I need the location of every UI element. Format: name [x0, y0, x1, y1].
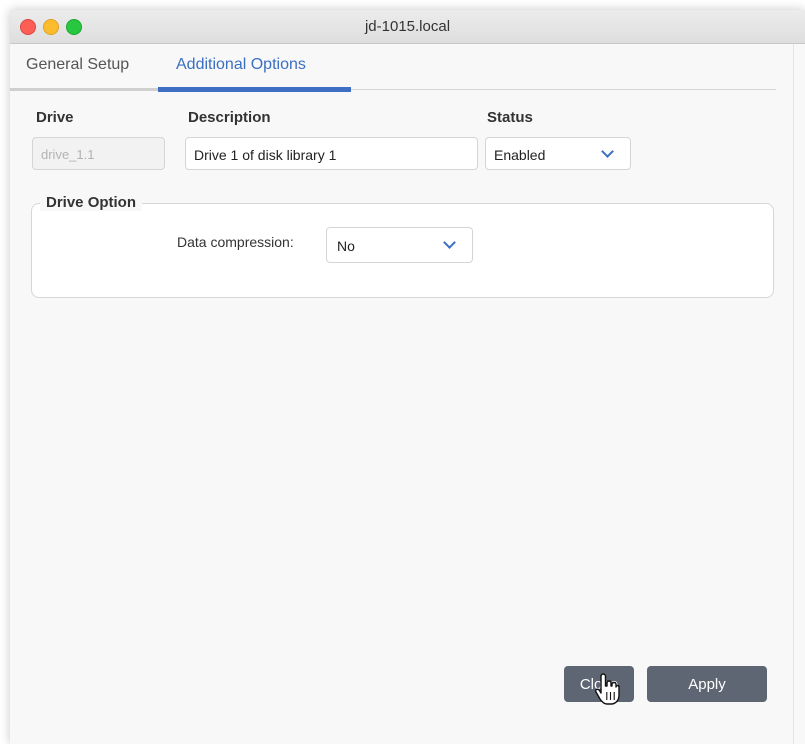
status-select-value: Enabled — [494, 147, 546, 163]
chevron-down-icon — [443, 236, 456, 249]
tab-additional-options[interactable]: Additional Options — [176, 56, 306, 76]
hand-pointer-cursor-icon — [594, 673, 620, 705]
tab-indicator-active — [158, 87, 351, 92]
status-select[interactable]: Enabled — [485, 137, 631, 170]
status-column-header: Status — [487, 109, 533, 126]
window-title: jd-1015.local — [364, 18, 451, 35]
dialog-window: jd-1015.local — [10, 10, 805, 744]
description-input[interactable]: Drive 1 of disk library 1 — [185, 137, 478, 170]
divider — [793, 44, 794, 744]
drive-column-header: Drive — [36, 109, 74, 126]
drive-option-title: Drive Option — [40, 194, 143, 211]
data-compression-value: No — [337, 238, 355, 254]
tab-general-setup[interactable]: General Setup — [26, 56, 129, 76]
data-compression-label: Data compression: — [177, 234, 294, 250]
tab-bar: General Setup Additional Options — [10, 40, 776, 92]
tab-indicator-general — [10, 88, 158, 91]
chevron-down-icon — [601, 145, 614, 158]
drive-field: drive_1.1 — [32, 137, 165, 170]
data-compression-select[interactable]: No — [326, 227, 473, 263]
apply-button[interactable]: Apply — [647, 666, 767, 702]
title-bar[interactable]: jd-1015.local — [10, 10, 805, 44]
description-column-header: Description — [188, 109, 271, 126]
